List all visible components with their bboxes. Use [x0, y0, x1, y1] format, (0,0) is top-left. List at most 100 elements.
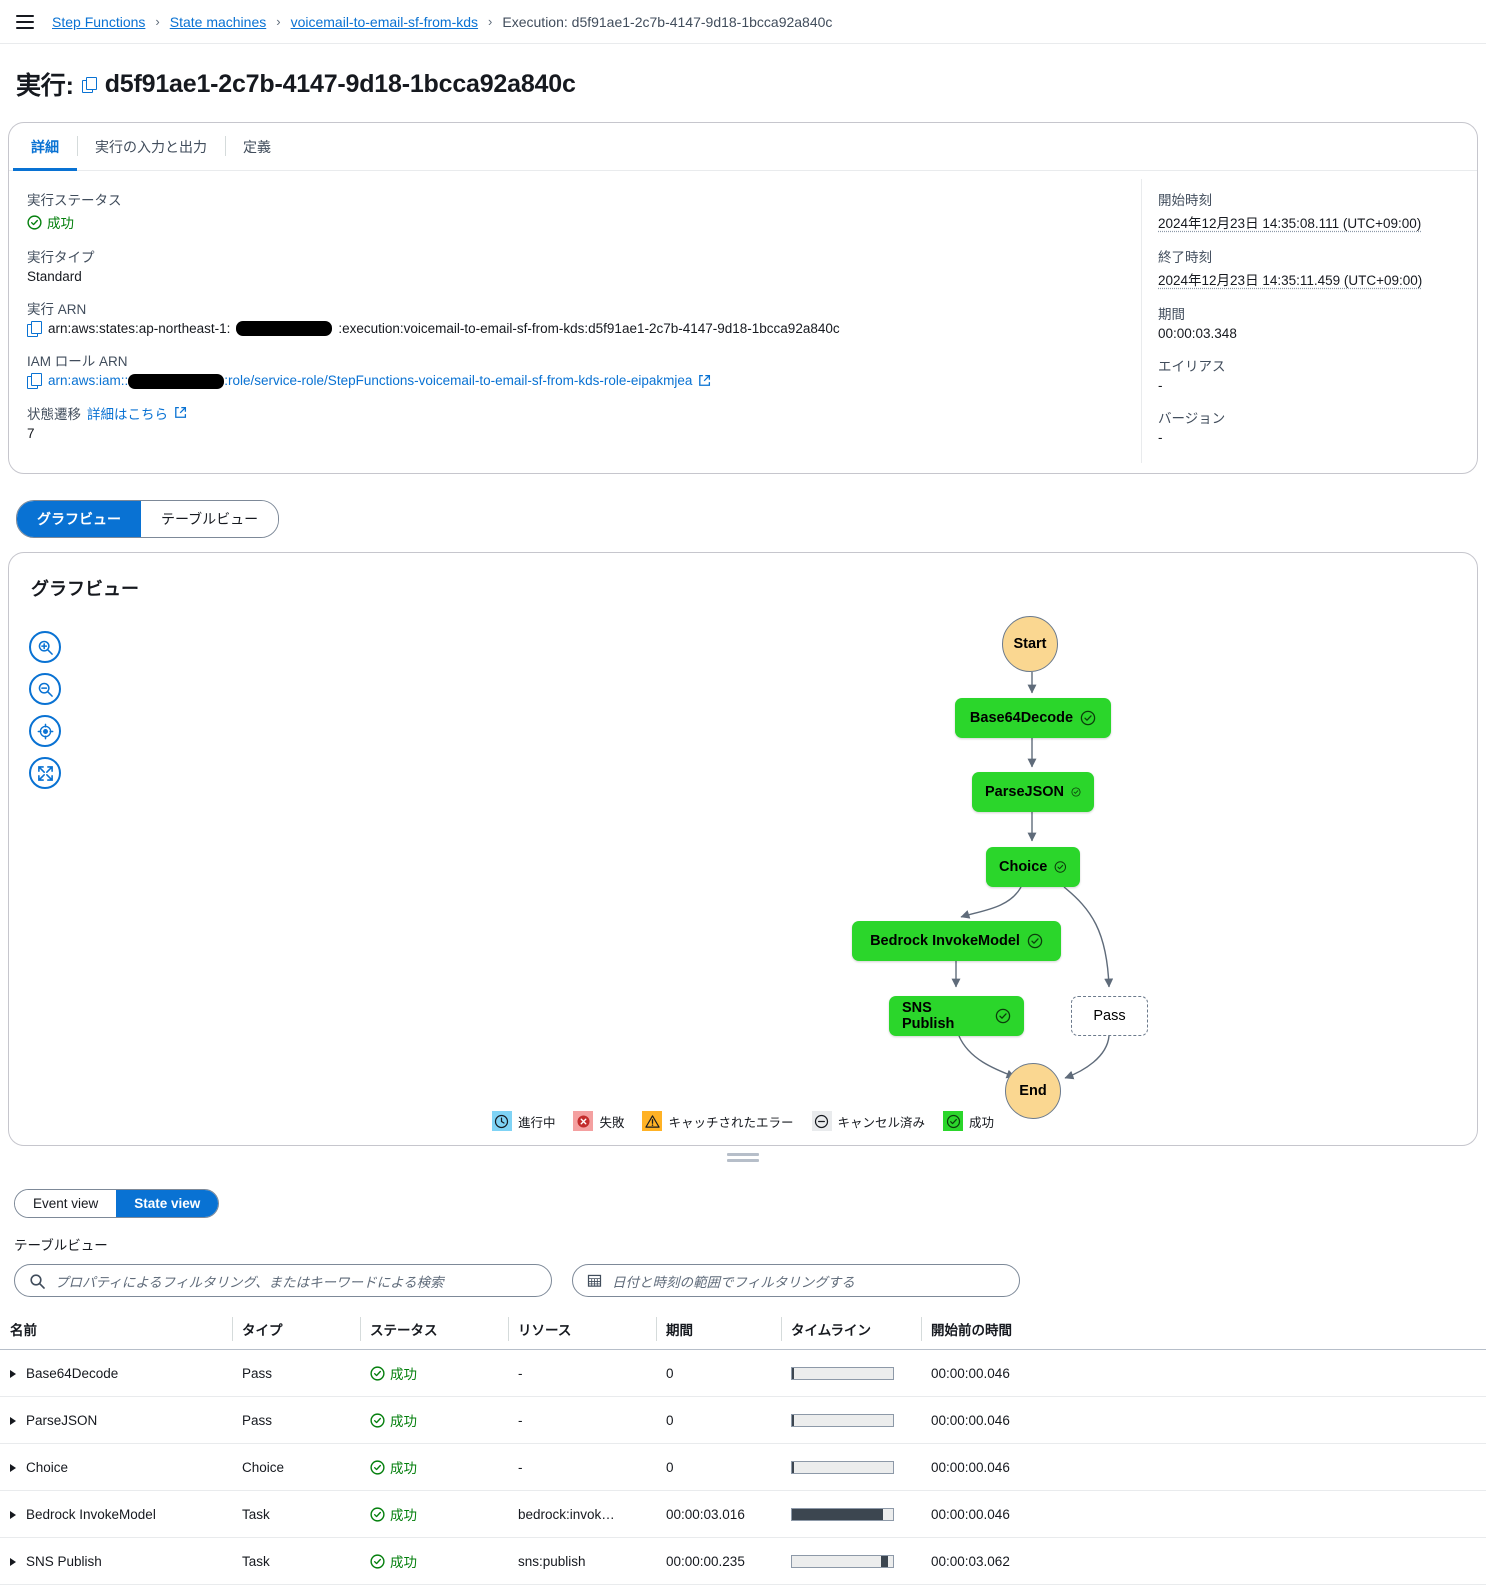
table-row[interactable]: Base64Decode Pass 成功 - 0 00:00:00.046: [0, 1349, 1486, 1397]
check-circle-icon: [1071, 787, 1081, 797]
field-execution-type: 実行タイプ Standard: [27, 246, 1123, 284]
field-value: Standard: [27, 269, 82, 284]
execution-states-table: 名前 タイプ ステータス リソース 期間 タイムライン 開始前の時間 Base6…: [0, 1311, 1486, 1585]
field-iam-role-arn: IAM ロール ARN arn:aws:iam:::role/service-r…: [27, 350, 1123, 390]
field-label: 実行ステータス: [27, 193, 122, 208]
table-view-caption: テーブルビュー: [14, 1238, 108, 1253]
graph-canvas[interactable]: Start Base64Decode ParseJSON Choice Bedr…: [9, 601, 1477, 1119]
state-name: SNS Publish: [26, 1553, 102, 1569]
timeline-bar-fill: [792, 1367, 795, 1379]
cell-resource: sns:publish: [508, 1537, 656, 1585]
date-range-filter[interactable]: 日付と時刻の範囲でフィルタリングする: [572, 1264, 1020, 1297]
expand-row-icon[interactable]: [10, 1463, 16, 1472]
column-header-name[interactable]: 名前: [0, 1311, 232, 1350]
cell-name: Bedrock InvokeModel: [0, 1490, 232, 1538]
column-header-duration[interactable]: 期間: [656, 1311, 781, 1350]
graph-node-choice[interactable]: Choice: [986, 847, 1080, 887]
cell-name: ParseJSON: [0, 1396, 232, 1444]
cell-duration: 0: [656, 1396, 781, 1444]
tab-execution-input-output[interactable]: 実行の入力と出力: [77, 123, 225, 171]
breadcrumb-item-execution: Execution: d5f91ae1-2c7b-4147-9d18-1bcca…: [502, 13, 833, 30]
graph-node-sns-publish[interactable]: SNS Publish: [889, 996, 1024, 1036]
graph-node-base64decode[interactable]: Base64Decode: [955, 698, 1111, 738]
cell-duration: 0: [656, 1443, 781, 1491]
cell-duration: 00:00:00.235: [656, 1537, 781, 1585]
column-header-status[interactable]: ステータス: [360, 1311, 508, 1350]
toggle-graph-view[interactable]: グラフビュー: [17, 501, 141, 537]
search-input[interactable]: プロパティによるフィルタリング、またはキーワードによる検索: [14, 1264, 552, 1297]
expand-row-icon[interactable]: [10, 1416, 16, 1425]
cell-duration: 00:00:03.016: [656, 1490, 781, 1538]
field-label: 実行タイプ: [27, 250, 95, 265]
breadcrumb-item-step-functions[interactable]: Step Functions: [52, 14, 145, 30]
status-text: 成功: [47, 216, 74, 231]
column-header-timeline[interactable]: タイムライン: [781, 1311, 921, 1350]
graph-node-label: Pass: [1093, 1008, 1126, 1024]
timeline-bar-fill: [792, 1414, 795, 1426]
cell-timeline: [781, 1537, 921, 1585]
external-link-icon[interactable]: [174, 406, 187, 419]
execution-events-section: Event view State view テーブルビュー プロパティによるフィ…: [0, 1167, 1486, 1585]
graph-node-start[interactable]: Start: [1002, 616, 1058, 672]
expand-row-icon[interactable]: [10, 1510, 16, 1519]
check-circle-icon: [370, 1506, 385, 1522]
expand-row-icon[interactable]: [10, 1557, 16, 1566]
timeline-bar: [791, 1507, 894, 1521]
legend-label: キャンセル済み: [837, 1115, 926, 1130]
status-badge: 成功: [370, 1457, 498, 1477]
tab-definition[interactable]: 定義: [225, 123, 289, 171]
cell-resource: -: [508, 1396, 656, 1444]
check-circle-icon: [370, 1459, 385, 1475]
breadcrumb-item-state-machine-name[interactable]: voicemail-to-email-sf-from-kds: [291, 14, 478, 30]
breadcrumb: Step Functions › State machines › voicem…: [0, 0, 1486, 44]
tab-details[interactable]: 詳細: [13, 123, 77, 171]
column-header-time-before-start[interactable]: 開始前の時間: [921, 1311, 1486, 1350]
table-row[interactable]: Bedrock InvokeModel Task 成功 bedrock:invo…: [0, 1490, 1486, 1538]
graph-legend: 進行中 失敗 キャッチされたエラー キャンセル済み 成功: [9, 1111, 1477, 1145]
state-transitions-learn-more-link[interactable]: 詳細はこちら: [87, 403, 168, 423]
cell-time-before-start: 00:00:00.046: [921, 1349, 1486, 1397]
table-row[interactable]: ParseJSON Pass 成功 - 0 00:00:00.046: [0, 1396, 1486, 1444]
legend-item-caught-error: キャッチされたエラー: [642, 1111, 794, 1131]
graph-node-end[interactable]: End: [1005, 1063, 1061, 1119]
copy-icon[interactable]: [27, 373, 42, 390]
breadcrumb-item-state-machines[interactable]: State machines: [170, 14, 267, 30]
date-range-placeholder: 日付と時刻の範囲でフィルタリングする: [612, 1274, 855, 1290]
state-name: Base64Decode: [26, 1365, 119, 1381]
check-circle-icon: [995, 1008, 1011, 1024]
graph-node-label: SNS Publish: [902, 1000, 955, 1032]
cell-time-before-start: 00:00:00.046: [921, 1396, 1486, 1444]
field-label: バージョン: [1158, 411, 1226, 426]
copy-icon[interactable]: [27, 321, 42, 337]
graph-node-parsejson[interactable]: ParseJSON: [972, 772, 1094, 812]
legend-item-cancelled: キャンセル済み: [811, 1111, 926, 1131]
copy-icon[interactable]: [81, 76, 97, 93]
expand-row-icon[interactable]: [10, 1369, 16, 1378]
external-link-icon[interactable]: [698, 374, 711, 387]
field-value: -: [1158, 430, 1163, 445]
state-name: Bedrock InvokeModel: [26, 1506, 156, 1522]
timeline-bar: [791, 1413, 894, 1427]
panel-resize-handle[interactable]: [0, 1146, 1486, 1167]
redacted-account-id: [128, 373, 225, 389]
field-value: 00:00:03.348: [1158, 326, 1237, 341]
column-header-resource[interactable]: リソース: [508, 1311, 656, 1350]
cell-timeline: [781, 1443, 921, 1491]
table-row[interactable]: Choice Choice 成功 - 0 00:00:00.046: [0, 1443, 1486, 1491]
legend-label: 失敗: [599, 1115, 625, 1130]
check-circle-icon: [1027, 933, 1043, 949]
timeline-bar: [791, 1366, 894, 1380]
toggle-table-view[interactable]: テーブルビュー: [141, 501, 279, 537]
cell-type: Choice: [232, 1443, 360, 1491]
table-row[interactable]: SNS Publish Task 成功 sns:publish 00:00:00…: [0, 1537, 1486, 1585]
graph-node-bedrock-invokemodel[interactable]: Bedrock InvokeModel: [852, 921, 1061, 961]
hamburger-icon[interactable]: [16, 14, 34, 29]
status-text: 成功: [390, 1461, 417, 1476]
graph-edges: [951, 672, 1114, 1080]
breadcrumb-separator: ›: [155, 14, 160, 29]
toggle-state-view[interactable]: State view: [116, 1190, 219, 1217]
toggle-event-view[interactable]: Event view: [15, 1190, 117, 1217]
iam-role-arn-link[interactable]: arn:aws:iam:::role/service-role/StepFunc…: [48, 373, 692, 389]
column-header-type[interactable]: タイプ: [232, 1311, 360, 1350]
graph-node-pass[interactable]: Pass: [1071, 996, 1148, 1036]
